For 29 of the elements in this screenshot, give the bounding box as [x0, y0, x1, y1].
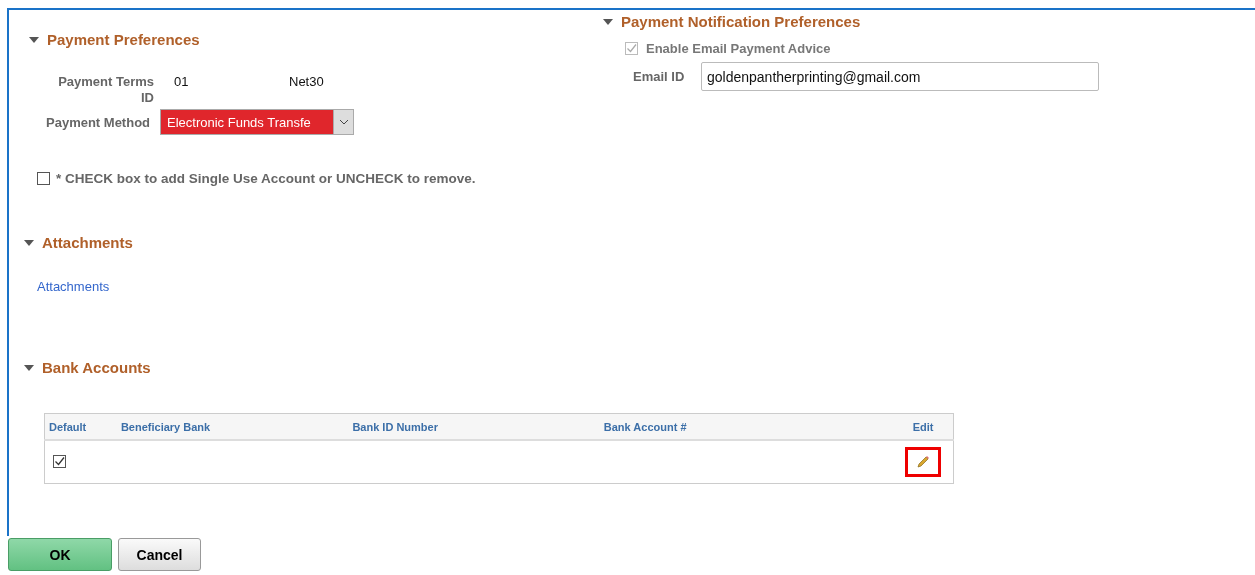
checkbox[interactable] [37, 172, 50, 185]
section-title: Attachments [42, 234, 133, 251]
cancel-button[interactable]: Cancel [118, 538, 201, 571]
field-label: Payment Terms ID [57, 74, 154, 106]
payment-method-dropdown[interactable]: Electronic Funds Transfe [160, 109, 354, 135]
column-header: Bank ID Number [352, 420, 438, 433]
checkbox[interactable] [53, 455, 66, 468]
section-title: Payment Notification Preferences [621, 13, 861, 30]
field-value: 01 [174, 74, 190, 89]
column-header: Default [49, 420, 87, 433]
attachments-link[interactable]: Attachments [37, 279, 110, 294]
checkbox-label: Enable Email Payment Advice [646, 41, 831, 56]
pencil-icon[interactable] [916, 455, 930, 469]
collapse-icon[interactable] [29, 36, 39, 43]
field-label: Payment Method [46, 114, 150, 130]
column-header: Edit [912, 420, 934, 433]
collapse-icon[interactable] [603, 18, 613, 25]
collapse-icon[interactable] [24, 364, 34, 371]
section-title: Bank Accounts [42, 359, 151, 376]
collapse-icon[interactable] [24, 239, 34, 246]
checkbox-label: * CHECK box to add Single Use Account or UNCHECK to remove. [56, 171, 476, 186]
caret-icon [338, 119, 349, 125]
section-title: Payment Preferences [47, 31, 200, 48]
ok-button[interactable]: OK [8, 538, 112, 571]
email-field[interactable]: goldenpantherprinting@gmail.com [701, 62, 1099, 91]
field-value: Net30 [289, 74, 324, 89]
column-header: Beneficiary Bank [120, 420, 211, 433]
column-header: Bank Account # [603, 420, 687, 433]
field-label: Email ID [633, 69, 686, 84]
